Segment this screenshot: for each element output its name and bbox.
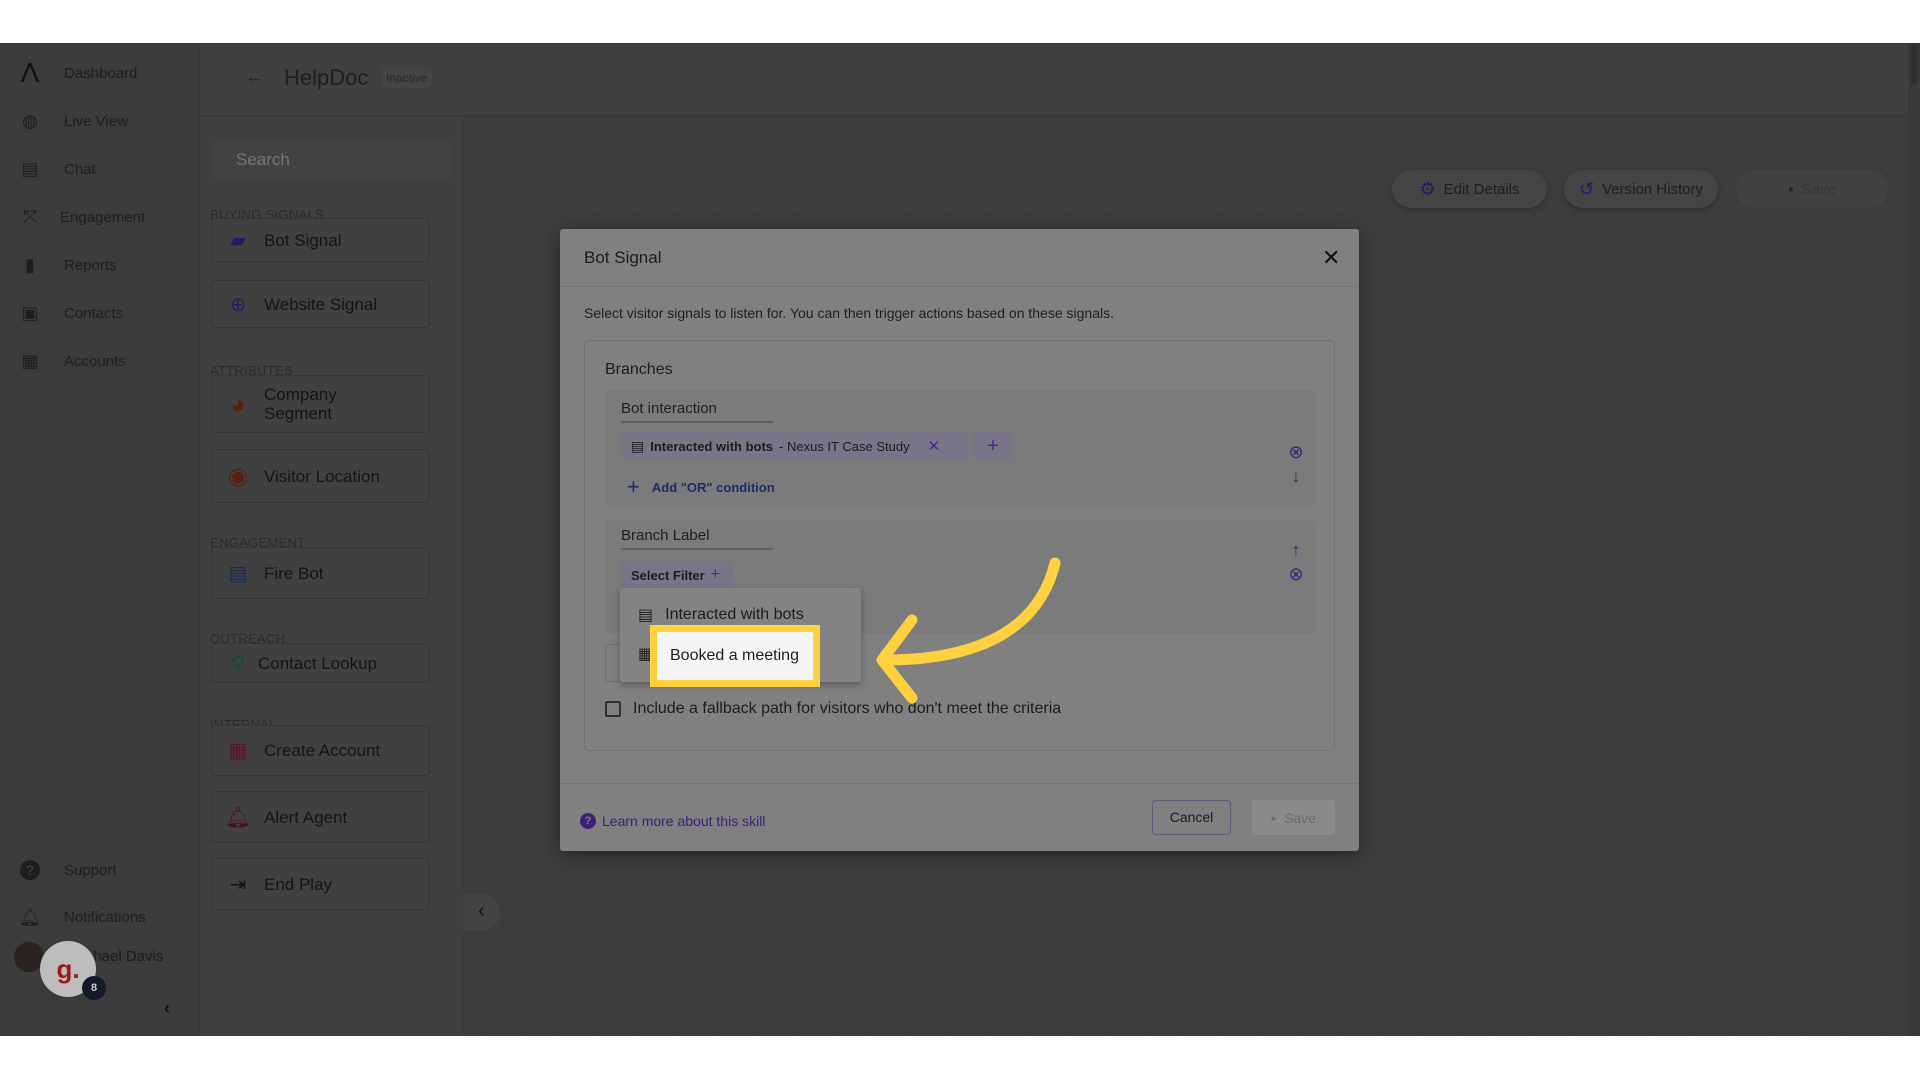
arrow-curve (879, 557, 1061, 666)
annotation-arrow (876, 557, 1061, 704)
